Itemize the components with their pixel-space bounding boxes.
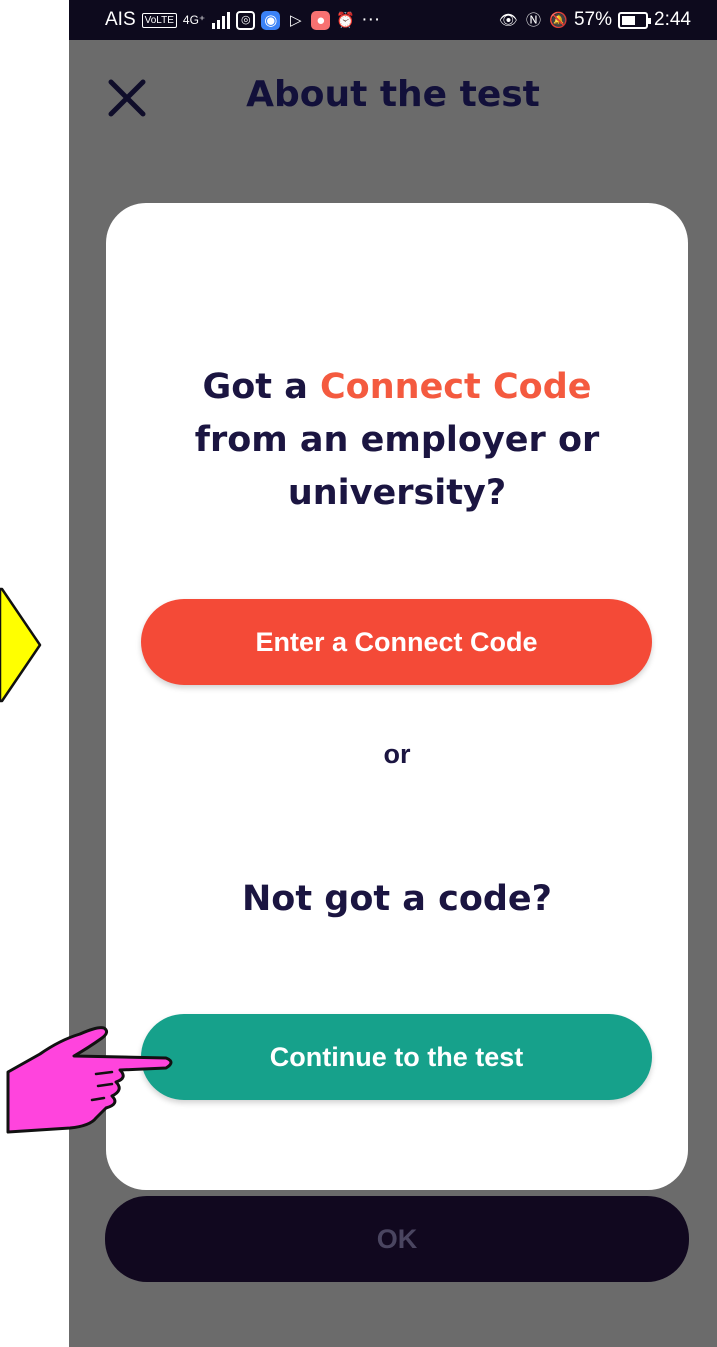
continue-to-test-button[interactable]: Continue to the test [141,1014,652,1100]
yellow-pointer-arrow-icon [0,587,42,703]
connect-code-highlight: Connect Code [320,367,592,407]
battery-percent: 57% [573,9,613,30]
alarm-icon: ⏰ [336,11,356,29]
question-lead: Got a [202,367,320,407]
or-divider-text: or [383,739,411,769]
signal-icon [211,11,231,30]
battery-fill [622,15,636,25]
eye-icon: 👁 [498,11,519,29]
status-bar: AIS VoLTE 4G⁺ ◎ ◉ ▷ ● ⏰ ··· 👁 Ⓝ 🔕 57% 2:… [69,0,717,40]
map-pin-icon: ● [311,10,331,30]
phone-screen: AIS VoLTE 4G⁺ ◎ ◉ ▷ ● ⏰ ··· 👁 Ⓝ 🔕 57% 2:… [69,0,717,1347]
app-q-icon: ◉ [261,10,281,30]
page-title: About the test [246,74,540,115]
enter-connect-code-button[interactable]: Enter a Connect Code [141,599,652,685]
pink-pointing-hand-icon [6,1026,173,1134]
status-bar-right: 👁 Ⓝ 🔕 57% 2:44 [499,9,691,31]
status-bar-left: AIS VoLTE 4G⁺ ◎ ◉ ▷ ● ⏰ ··· [105,9,380,31]
mute-bell-icon: 🔕 [549,11,568,29]
clock: 2:44 [654,9,691,30]
play-store-icon: ▷ [289,11,302,29]
volte-badge: VoLTE [141,12,177,28]
ok-button[interactable]: OK [105,1196,689,1282]
page-header: About the test [69,40,717,160]
carrier-name: AIS [105,9,136,30]
nfc-icon: Ⓝ [525,11,541,29]
connect-code-dialog: Got a Connect Code from an employer or u… [106,203,688,1190]
question-tail: from an employer or university? [194,420,600,513]
battery-icon [618,11,652,29]
instagram-icon: ◎ [236,10,256,30]
connect-code-question: Got a Connect Code from an employer or u… [126,361,668,520]
not-got-code-heading: Not got a code? [242,879,552,919]
network-type: 4G⁺ [182,13,206,27]
more-notifications-icon: ··· [361,9,381,30]
